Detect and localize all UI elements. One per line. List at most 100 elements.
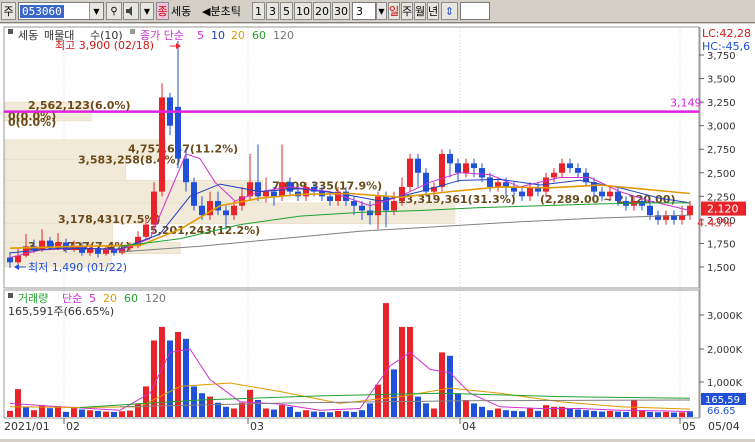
candle-up <box>263 191 269 197</box>
price-line-label: 3,149 <box>670 97 702 110</box>
volume-bar-up <box>303 410 309 417</box>
period-month[interactable]: 월 <box>414 2 426 20</box>
unit-dropdown-icon[interactable]: ▼ <box>376 2 387 20</box>
lc-label: LC:42,28 <box>702 27 751 40</box>
price-tick-label: 1,750 <box>707 239 736 250</box>
volume-bar-up <box>31 410 37 417</box>
volume-bar-down <box>567 408 573 417</box>
candle-down <box>367 210 373 216</box>
volume-bar-up <box>679 412 685 417</box>
volume-bar-down <box>271 409 277 417</box>
volume-legend-ma120: 120 <box>145 292 166 305</box>
memo-icon[interactable]: 종 <box>156 2 169 20</box>
volume-legend-ma-label: 단순 <box>62 292 82 305</box>
tab-minute[interactable]: 분 <box>210 3 220 19</box>
chevron-down-icon[interactable]: ▼ <box>89 3 103 19</box>
volume-bar-up <box>375 384 381 417</box>
candle-up <box>15 255 21 263</box>
left-arrow-icon[interactable]: ◀ <box>202 5 210 18</box>
search-icon[interactable]: ⚲ <box>106 2 122 20</box>
volume-bar-down <box>503 410 509 417</box>
volume-bar-down <box>687 411 693 417</box>
period-10[interactable]: 10 <box>294 2 312 20</box>
volume-bar-down <box>455 393 461 417</box>
volume-bar-up <box>7 410 13 417</box>
unit-value: 3 <box>356 4 363 18</box>
volume-bar-down <box>623 411 629 417</box>
period-30[interactable]: 30 <box>332 2 350 20</box>
volume-profile-label: 3,583,258(8.4%) <box>78 153 181 166</box>
volume-profile-bar <box>4 180 263 204</box>
price-tick-label: 3,500 <box>707 75 736 86</box>
volume-bar-down <box>23 406 29 417</box>
volume-bar-up <box>127 410 133 417</box>
volume-bar-down <box>519 411 525 417</box>
volume-bar-up <box>631 400 637 417</box>
volume-bar-up <box>463 400 469 417</box>
volume-bar-up <box>175 332 181 417</box>
volume-profile-label: 0(0.0%) <box>8 116 56 129</box>
updown-arrow-icon[interactable]: ⇕ <box>441 2 458 20</box>
period-week[interactable]: 주 <box>401 2 413 20</box>
candle-up <box>439 153 445 187</box>
volume-value-label: 165,591주(66.65%) <box>8 305 114 318</box>
x-label-02: 02 <box>66 420 80 433</box>
volume-bar-up <box>439 352 445 417</box>
legend-param: 수(10) <box>90 29 123 42</box>
volume-bar-up <box>263 408 269 417</box>
volume-bar-up <box>431 408 437 417</box>
period-20[interactable]: 20 <box>313 2 331 20</box>
period-year[interactable]: 년 <box>427 2 439 20</box>
volume-bar-down <box>111 411 117 417</box>
period-5[interactable]: 5 <box>280 2 293 20</box>
volume-bar-down <box>191 386 197 417</box>
extra-input[interactable] <box>460 2 490 20</box>
low-label: 최저 1,490 (01/22) <box>28 261 127 274</box>
volume-bar-up <box>87 410 93 417</box>
vol-tick-1000: 1,000K <box>707 378 743 389</box>
candle-down <box>327 196 333 202</box>
candle-down <box>471 163 477 169</box>
chart-area[interactable]: 2,562,123(6.0%) 0(0.0%) 0(0.0%) 4,757,657(1… <box>0 24 755 439</box>
menu-dropdown-icon[interactable]: ▼ <box>140 2 154 20</box>
tab-second[interactable]: 초 <box>221 3 231 19</box>
legend-ma10: 10 <box>211 29 225 42</box>
volume-current-label: 165,59 <box>705 395 740 406</box>
stock-code-input[interactable]: 053060 ▼ <box>18 2 104 20</box>
price-tick-label: 2,750 <box>707 145 736 156</box>
volume-bar-down <box>95 410 101 417</box>
volume-bar-up <box>119 411 125 417</box>
candle-down <box>383 196 389 211</box>
x-label-05: 05 <box>682 420 696 433</box>
stock-name-label: 세동 <box>171 5 192 18</box>
period-1[interactable]: 1 <box>252 2 265 20</box>
volume-legend-ma60: 60 <box>124 292 138 305</box>
candle-up <box>551 172 557 178</box>
candle-down <box>351 201 357 206</box>
volume-bar-down <box>423 403 429 417</box>
legend-indicator: 매물대 <box>44 29 74 42</box>
candle-up <box>39 240 45 251</box>
candle-down <box>359 205 365 211</box>
mode-button[interactable]: 주 <box>1 2 16 20</box>
volume-bar-up <box>239 402 245 417</box>
legend-stock-name: 세동 <box>18 29 38 42</box>
candle-down <box>487 177 493 187</box>
period-3[interactable]: 3 <box>266 2 279 20</box>
volume-bar-up <box>527 408 533 417</box>
unit-input[interactable]: 3 <box>352 2 376 20</box>
candle-down <box>223 210 229 216</box>
candle-up <box>559 163 565 173</box>
volume-bar-up <box>335 410 341 417</box>
volume-bar-down <box>351 411 357 417</box>
price-tick-label: 3,750 <box>707 51 736 62</box>
volume-bar-down <box>311 411 317 417</box>
volume-bar-down <box>479 406 485 417</box>
legend-ma5: 5 <box>197 29 204 42</box>
volume-bar-up <box>103 411 109 417</box>
speaker-icon[interactable] <box>123 2 139 20</box>
tab-tick[interactable]: 틱 <box>231 3 241 19</box>
candle-down <box>575 168 581 173</box>
stock-chart[interactable]: 2,562,123(6.0%)0(0.0%)0(0.0%)4,757,657(1… <box>0 24 755 439</box>
period-day[interactable]: 일 <box>388 2 400 20</box>
